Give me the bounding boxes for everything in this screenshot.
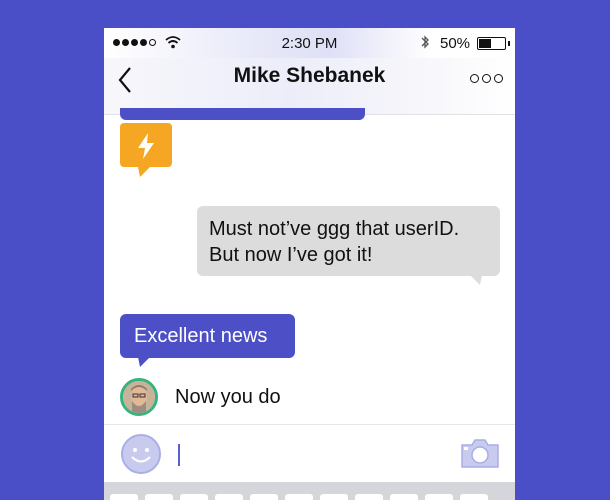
avatar-image bbox=[123, 381, 155, 413]
message-line: Must not’ve ggg that userID. bbox=[209, 218, 460, 240]
status-bar: 2:30 PM 50% bbox=[104, 28, 515, 58]
bolt-message-bubble[interactable] bbox=[120, 123, 172, 167]
bubble-tail bbox=[138, 167, 150, 177]
battery-fill bbox=[479, 39, 491, 48]
bubble-tail bbox=[138, 357, 150, 367]
more-dots-icon[interactable] bbox=[470, 74, 503, 83]
outgoing-message-bubble[interactable]: Excellent news bbox=[120, 314, 295, 358]
lightning-bolt-icon bbox=[138, 133, 154, 159]
previous-message-bubble bbox=[120, 108, 365, 120]
camera-icon[interactable] bbox=[460, 437, 500, 469]
incoming-message-bubble[interactable]: Must not’ve ggg that userID. But now I’v… bbox=[197, 206, 500, 276]
message-text: Excellent news bbox=[134, 325, 268, 347]
avatar[interactable] bbox=[120, 378, 158, 416]
phone-screen: 2:30 PM 50% Mike Shebanek Must not’ve gg… bbox=[104, 28, 515, 500]
message-composer bbox=[104, 424, 515, 483]
battery-icon bbox=[477, 37, 510, 50]
bubble-tail bbox=[470, 275, 482, 285]
typing-message: Now you do bbox=[175, 386, 281, 408]
message-line: But now I’ve got it! bbox=[209, 244, 373, 266]
nav-bar: Mike Shebanek bbox=[104, 58, 515, 115]
battery-percent: 50% bbox=[440, 35, 471, 52]
text-cursor bbox=[178, 444, 180, 466]
smiley-icon[interactable] bbox=[120, 433, 162, 475]
keyboard-peek bbox=[104, 482, 515, 500]
page-title: Mike Shebanek bbox=[233, 64, 386, 87]
message-input[interactable] bbox=[174, 435, 458, 473]
bluetooth-icon bbox=[421, 35, 429, 49]
